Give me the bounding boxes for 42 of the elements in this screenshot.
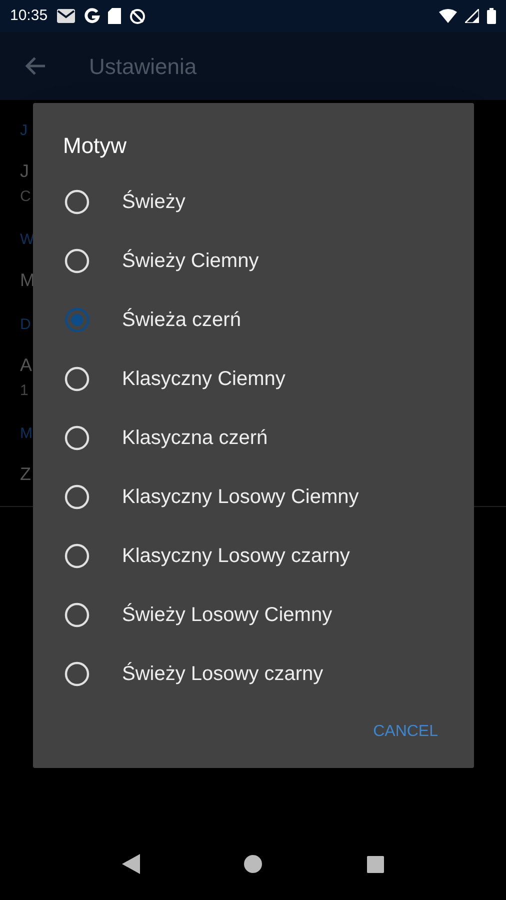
option-label: Klasyczna czerń xyxy=(122,426,268,450)
setting-summary: 1 xyxy=(20,382,28,399)
app-bar-title: Ustawienia xyxy=(89,52,197,80)
theme-option[interactable]: Klasyczny Ciemny xyxy=(33,349,474,408)
theme-option[interactable]: Świeży Losowy czarny xyxy=(33,644,474,703)
theme-option[interactable]: Świeży xyxy=(33,172,474,231)
setting-title: A xyxy=(20,355,32,375)
back-nav-icon[interactable] xyxy=(122,854,140,874)
option-label: Świeża czerń xyxy=(122,307,241,332)
radio-button[interactable] xyxy=(64,306,90,332)
option-label: Klasyczny Losowy czarny xyxy=(122,544,350,568)
back-arrow-icon[interactable] xyxy=(24,56,46,76)
sd-card-icon xyxy=(108,8,121,24)
option-label: Klasyczny Ciemny xyxy=(122,366,286,392)
home-nav-icon[interactable] xyxy=(244,855,262,873)
theme-option[interactable]: Świeża czerń xyxy=(33,290,474,349)
sync-off-icon xyxy=(128,8,146,24)
battery-icon xyxy=(487,8,496,24)
option-label: Świeży Losowy Ciemny xyxy=(122,602,332,628)
theme-option[interactable]: Klasyczna czerń xyxy=(33,408,474,467)
signal-icon xyxy=(465,9,479,23)
section-header: W xyxy=(20,230,34,250)
theme-option[interactable]: Świeży Ciemny xyxy=(33,231,474,290)
setting-title: Z xyxy=(20,464,31,484)
dialog-title: Motyw xyxy=(63,132,127,160)
section-header: D xyxy=(20,314,31,334)
option-label: Świeży Losowy czarny xyxy=(122,661,324,686)
status-time: 10:35 xyxy=(10,6,48,26)
section-header: J xyxy=(20,120,28,140)
section-header: M xyxy=(20,424,32,444)
wifi-icon xyxy=(439,9,457,23)
option-label: Klasyczny Losowy Ciemny xyxy=(122,484,359,510)
theme-option[interactable]: Klasyczny Losowy czarny xyxy=(33,526,474,585)
theme-option[interactable]: Klasyczny Losowy Ciemny xyxy=(33,467,474,526)
mail-icon xyxy=(56,8,76,24)
setting-title: J xyxy=(20,161,29,181)
option-label: Świeży Ciemny xyxy=(122,248,259,274)
setting-summary: C xyxy=(20,188,31,205)
recents-nav-icon[interactable] xyxy=(366,856,384,872)
g-icon xyxy=(84,8,100,24)
theme-option[interactable]: Świeży Losowy Ciemny xyxy=(33,585,474,644)
option-label: Świeży xyxy=(122,189,186,214)
